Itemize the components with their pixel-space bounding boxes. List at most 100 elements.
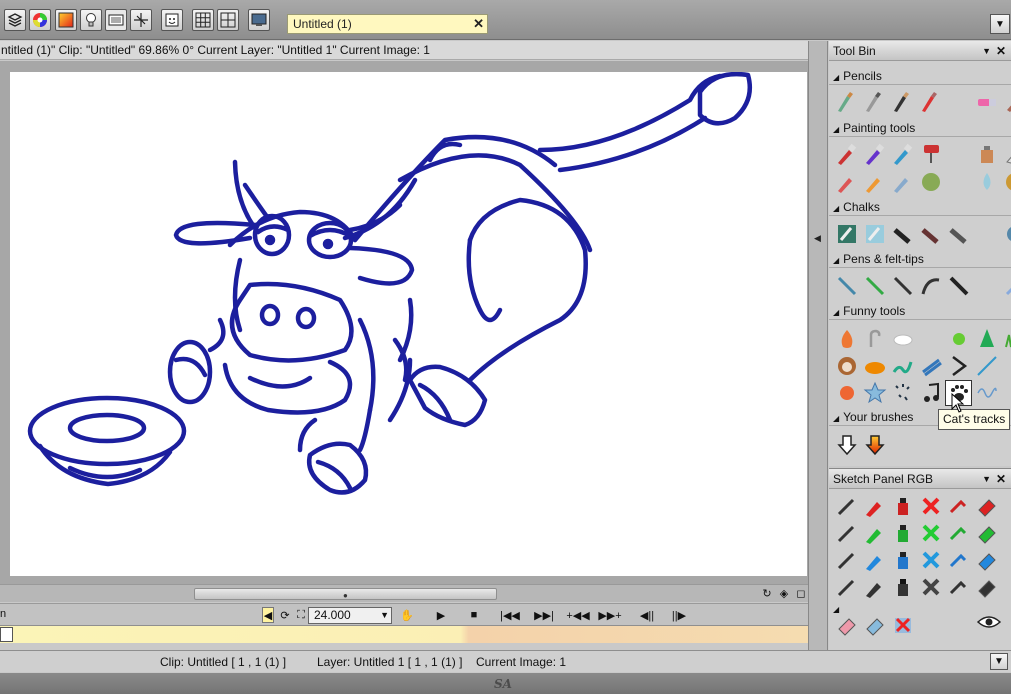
canvas-area[interactable]: [0, 61, 808, 584]
pen-tool-icon[interactable]: [833, 273, 860, 299]
sponge-tool-icon[interactable]: [917, 169, 944, 195]
close-icon[interactable]: ✕: [996, 469, 1006, 489]
brush-tool-icon[interactable]: [889, 169, 916, 195]
fill-green-icon[interactable]: [945, 520, 972, 546]
ink-bottle-red-icon[interactable]: [889, 493, 916, 519]
clear-green-icon[interactable]: [917, 520, 944, 546]
lightbulb-icon[interactable]: [80, 9, 102, 31]
pencil-tool-icon[interactable]: [861, 89, 888, 115]
sparkle-tool-icon[interactable]: [889, 380, 916, 406]
drawing-canvas[interactable]: [10, 71, 807, 576]
pen-green-icon[interactable]: [833, 520, 860, 546]
category-funny-tools[interactable]: ◢ Funny tools: [829, 302, 1011, 320]
loop-icon[interactable]: ⟳: [278, 607, 292, 623]
chalk-tool-icon[interactable]: [917, 221, 944, 247]
monitor-icon[interactable]: [248, 9, 270, 31]
roller-tool-icon[interactable]: [917, 141, 944, 167]
category-pens[interactable]: ◢ Pens & felt-tips: [829, 250, 1011, 268]
close-icon[interactable]: ✕: [473, 16, 484, 32]
pen-black-icon[interactable]: [833, 574, 860, 600]
gradient-icon[interactable]: [55, 9, 77, 31]
pencil-tool-icon[interactable]: [889, 89, 916, 115]
document-tab[interactable]: Untitled (1) ✕: [287, 14, 488, 34]
clear-red-icon[interactable]: [917, 493, 944, 519]
pen-tool-icon[interactable]: [889, 273, 916, 299]
pencil-tool-icon[interactable]: [917, 89, 944, 115]
scribble-tool-icon[interactable]: [973, 380, 1000, 406]
brush-tool-icon[interactable]: [833, 169, 860, 195]
chalk-tool-icon[interactable]: [945, 221, 972, 247]
arrow-down-color-icon[interactable]: [861, 432, 888, 458]
eraser-black-icon[interactable]: [973, 574, 1000, 600]
tree-tool-icon[interactable]: [973, 326, 1000, 352]
panel-splitter[interactable]: ◀: [808, 41, 828, 650]
clear-blue-icon[interactable]: [917, 547, 944, 573]
chevron-down-icon[interactable]: ▼: [990, 14, 1010, 34]
sound-icon[interactable]: ◀: [262, 607, 274, 623]
timeline[interactable]: [0, 625, 808, 643]
scrollbar-thumb[interactable]: ●: [194, 588, 497, 600]
fill-black-icon[interactable]: [945, 574, 972, 600]
ink-bottle-green-icon[interactable]: [889, 520, 916, 546]
marker-black-icon[interactable]: [861, 574, 888, 600]
prev-frame-icon[interactable]: ◀||: [637, 607, 657, 623]
fur-tool-icon[interactable]: [861, 353, 888, 379]
marker-blue-icon[interactable]: [861, 547, 888, 573]
eraser-tool-icon[interactable]: [973, 89, 1000, 115]
cloud-tool-icon[interactable]: [889, 326, 916, 352]
brush-tool-icon[interactable]: [861, 169, 888, 195]
color-wheel-icon[interactable]: [29, 9, 51, 31]
category-pencils[interactable]: ◢ Pencils: [829, 67, 1011, 85]
fill-red-icon[interactable]: [945, 493, 972, 519]
brush-tool-icon[interactable]: [833, 141, 860, 167]
music-note-icon[interactable]: [917, 380, 944, 406]
chevron-down-icon[interactable]: ▼: [982, 469, 991, 489]
horizontal-scrollbar[interactable]: ● ↻ ◈ ◻: [0, 584, 808, 602]
collapse-arrow-icon[interactable]: ◀: [814, 233, 821, 244]
eye-icon[interactable]: [976, 614, 1002, 633]
marker-red-icon[interactable]: [861, 493, 888, 519]
splash-tool-icon[interactable]: [833, 380, 860, 406]
pen-tool-icon[interactable]: [861, 273, 888, 299]
hair-tool-icon[interactable]: [833, 353, 860, 379]
fit-icon[interactable]: ◻: [794, 586, 808, 600]
play-icon[interactable]: ▶: [433, 607, 449, 623]
ink-bottle-blue-icon[interactable]: [889, 547, 916, 573]
ink-bottle-black-icon[interactable]: [889, 574, 916, 600]
eraser-green-icon[interactable]: [973, 520, 1000, 546]
eraser-blue-icon[interactable]: [973, 547, 1000, 573]
chalk-tool-icon[interactable]: [861, 221, 888, 247]
category-painting-tools[interactable]: ◢ Painting tools: [829, 119, 1011, 137]
frame-cell[interactable]: [0, 627, 13, 642]
keyboard-icon[interactable]: [105, 9, 127, 31]
stripe-tool-icon[interactable]: [917, 353, 944, 379]
rotate-icon[interactable]: ↻: [760, 586, 774, 600]
chevron-tool-icon[interactable]: [945, 353, 972, 379]
fps-select[interactable]: 24.000 ▼: [308, 607, 392, 624]
smudge-tool-icon[interactable]: [1001, 89, 1011, 115]
next-frame-icon[interactable]: ||▶: [669, 607, 689, 623]
fill-blue-icon[interactable]: [945, 547, 972, 573]
pen-red-icon[interactable]: [833, 493, 860, 519]
sponge-tool-icon[interactable]: [1001, 169, 1011, 195]
brush-tool-icon[interactable]: [861, 141, 888, 167]
prev-key-icon[interactable]: +◀◀: [565, 607, 591, 623]
cane-tool-icon[interactable]: [861, 326, 888, 352]
eraser-blue-icon[interactable]: [861, 612, 888, 638]
grid-small-icon[interactable]: [217, 9, 239, 31]
clear-layer-icon[interactable]: [889, 612, 916, 638]
leaf-tool-icon[interactable]: [945, 326, 972, 352]
grid-icon[interactable]: [192, 9, 214, 31]
pencil-tool-icon[interactable]: [833, 89, 860, 115]
pen-tool-icon[interactable]: [917, 273, 944, 299]
brush-tool-icon[interactable]: [889, 141, 916, 167]
marker-green-icon[interactable]: [861, 520, 888, 546]
chalk-tool-icon[interactable]: [833, 221, 860, 247]
snake-tool-icon[interactable]: [889, 353, 916, 379]
sparkle-pen-icon[interactable]: [1001, 273, 1011, 299]
spray-tool-icon[interactable]: [973, 141, 1000, 167]
close-icon[interactable]: ✕: [996, 41, 1006, 61]
chevron-down-icon[interactable]: ▼: [982, 41, 991, 61]
hand-icon[interactable]: ✋: [397, 607, 417, 623]
chevron-down-icon[interactable]: ▼: [990, 653, 1008, 670]
